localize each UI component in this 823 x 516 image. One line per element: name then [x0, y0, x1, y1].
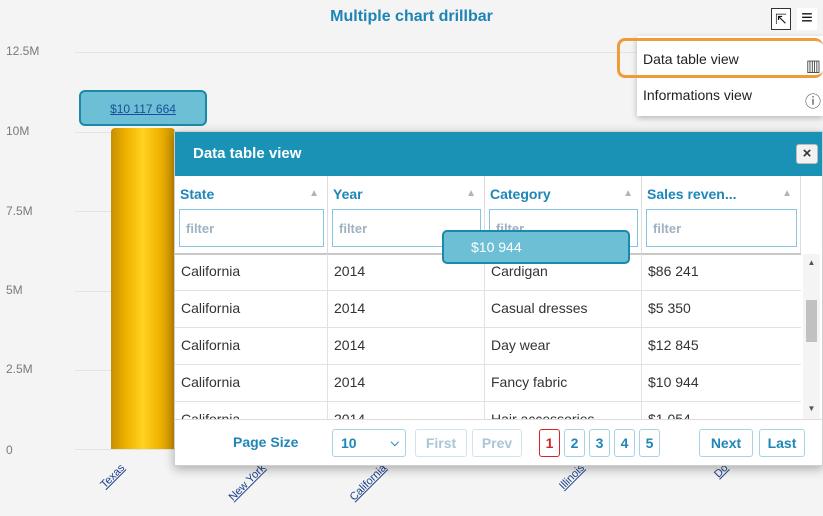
page-button-1[interactable]: 1 — [539, 429, 560, 457]
sort-icon[interactable]: ▲ — [623, 188, 633, 199]
highlighted-sales-cell[interactable]: $10 944 — [442, 230, 630, 264]
cell-category: Fancy fabric — [485, 365, 642, 402]
table-body: California 2014 Cardigan $86 241 Califor… — [175, 254, 801, 419]
hamburger-menu-icon[interactable]: ≡ — [797, 8, 817, 30]
column-header-sales-revenue[interactable]: Sales reven... ▲ — [642, 176, 801, 254]
cell-sales-revenue: $12 845 — [648, 337, 699, 353]
table-row[interactable]: California 2014 Day wear $12 845 — [175, 328, 801, 365]
table-row[interactable]: California 2014 Hair accessories $1 054 — [175, 402, 801, 419]
sort-icon[interactable]: ▲ — [782, 188, 792, 199]
x-axis-label-illinois[interactable]: Illinois — [557, 462, 587, 492]
y-axis-tick-label: 0 — [6, 443, 13, 457]
page-button-2[interactable]: 2 — [564, 429, 585, 457]
cell-year: 2014 — [328, 365, 485, 402]
y-axis-tick-label: 12.5M — [6, 44, 40, 58]
page-button-3[interactable]: 3 — [589, 429, 610, 457]
dialog-title: Data table view — [193, 145, 302, 162]
column-title: Year — [333, 186, 363, 202]
filter-input-sales-revenue[interactable] — [646, 209, 797, 247]
cell-state: California — [175, 254, 328, 291]
cell-state: California — [175, 328, 328, 365]
bar-value-label[interactable]: $10 117 664 — [79, 90, 207, 126]
scroll-up-arrow-icon[interactable]: ▲ — [803, 258, 820, 267]
next-page-button[interactable]: Next — [699, 429, 753, 457]
first-page-button[interactable]: First — [415, 429, 467, 457]
y-axis-tick-label: 5M — [6, 283, 23, 297]
sort-icon[interactable]: ▲ — [466, 188, 476, 199]
cell-year: 2014 — [328, 402, 485, 419]
menu-item-label: Informations view — [643, 87, 752, 103]
cell-sales-revenue: $10 944 — [648, 374, 699, 390]
column-title: Sales reven... — [647, 186, 737, 202]
x-axis-label-california[interactable]: California — [348, 462, 389, 503]
page-size-label: Page Size — [233, 434, 299, 450]
menu-item-highlight — [617, 38, 823, 78]
scrollbar-thumb[interactable] — [806, 300, 817, 342]
page-size-value: 10 — [341, 435, 357, 451]
y-axis-tick-label: 2.5M — [6, 362, 33, 376]
cell-category: Hair accessories — [485, 402, 642, 419]
filter-input-state[interactable] — [179, 209, 324, 247]
bar-texas[interactable] — [111, 127, 175, 449]
column-title: State — [180, 186, 215, 202]
cell-year: 2014 — [328, 328, 485, 365]
cell-sales-revenue: $5 350 — [648, 300, 691, 316]
column-title: Category — [490, 186, 551, 202]
scroll-down-arrow-icon[interactable]: ▼ — [803, 404, 820, 413]
last-page-button[interactable]: Last — [759, 429, 805, 457]
x-axis-label-new-york[interactable]: New York — [227, 462, 268, 503]
chevron-down-icon: ⌵ — [390, 437, 399, 449]
cell-state: California — [175, 402, 328, 419]
cell-category: Casual dresses — [485, 291, 642, 328]
table-scrollbar[interactable]: ▲ ▼ — [803, 254, 820, 419]
x-axis-label-texas[interactable]: Texas — [98, 462, 127, 491]
cell-sales-revenue: $86 241 — [648, 263, 699, 279]
page-button-5[interactable]: 5 — [639, 429, 660, 457]
prev-page-button[interactable]: Prev — [472, 429, 522, 457]
menu-item-informations-view[interactable]: Informations view ⓘ — [637, 78, 823, 112]
table-row[interactable]: California 2014 Casual dresses $5 350 — [175, 291, 801, 328]
cell-state: California — [175, 365, 328, 402]
dialog-header: Data table view × — [175, 132, 822, 176]
data-table-dialog: Data table view × State ▲ Year ▲ Categor… — [174, 131, 823, 466]
info-icon: ⓘ — [804, 94, 821, 111]
y-axis-tick-label: 10M — [6, 124, 30, 138]
cell-state: California — [175, 291, 328, 328]
cell-category: Day wear — [485, 328, 642, 365]
cell-year: 2014 — [328, 291, 485, 328]
page-size-select[interactable]: 10 ⌵ — [332, 429, 406, 457]
column-header-state[interactable]: State ▲ — [175, 176, 328, 254]
pagination-bar: Page Size 10 ⌵ First Prev 1 2 3 4 5 Next… — [175, 419, 822, 465]
cell-sales-revenue: $1 054 — [648, 411, 691, 419]
sort-icon[interactable]: ▲ — [309, 188, 319, 199]
page-button-4[interactable]: 4 — [614, 429, 635, 457]
expand-arrow-icon[interactable]: ⇱ — [771, 8, 791, 30]
close-icon[interactable]: × — [796, 144, 818, 164]
chart-title: Multiple chart drillbar — [330, 8, 493, 25]
y-axis-tick-label: 7.5M — [6, 204, 33, 218]
table-row[interactable]: California 2014 Fancy fabric $10 944 — [175, 365, 801, 402]
